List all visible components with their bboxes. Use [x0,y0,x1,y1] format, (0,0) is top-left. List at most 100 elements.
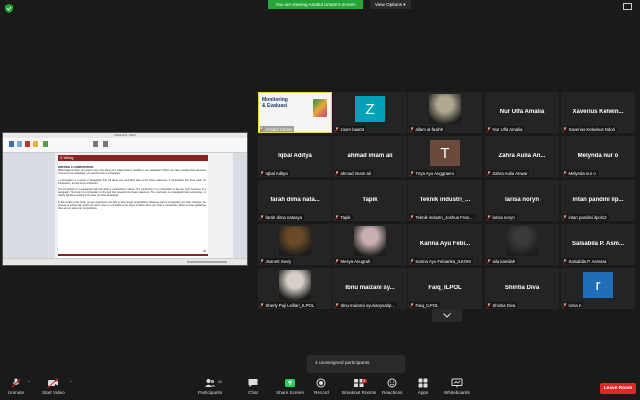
whiteboards-button[interactable]: Whiteboards [444,378,470,398]
participant-tile[interactable]: Melynda nur o Melynda nur o [561,136,635,177]
participant-name: Shintia Diva [492,302,516,308]
participant-name: Amalul Umam [265,126,293,132]
shared-document-page: 5. Writing WRITING A COMPOSITION What ha… [58,155,208,258]
participant-name-label: zoom baa04 [335,126,367,132]
participants-icon [205,379,216,387]
participant-tile[interactable]: Iqbal Aditya Iqbal Aditya [258,136,332,177]
participant-name: Zahra Aulia Anwar [492,170,528,176]
avatar: Z [355,96,385,122]
participant-name-label: Tapik [335,214,353,220]
participant-display-name: Nur Ulfa Amalia [499,109,545,115]
unmute-label: Unmute [8,390,25,395]
next-page-button[interactable] [432,309,462,322]
participant-name: Xaverius Kelwinus Ndori [568,126,616,132]
participant-tile[interactable]: Teknik industri_... Teknik industri_Joshu… [408,180,482,221]
participant-tile[interactable]: Nur Ulfa Amalia Nur Ulfa Amalia [485,92,559,133]
reactions-label: Reactions [382,390,403,395]
start-video-button[interactable]: Start Video [42,378,65,398]
participant-display-name: Iqbal Aditya [278,153,312,159]
participant-photo [279,270,311,300]
participant-tile[interactable]: r rizna n [561,268,635,309]
participant-tile[interactable]: farah dima nata... farah dima natasya [258,180,332,221]
participant-tile[interactable]: Tapik Tapik [333,180,407,221]
participant-tile[interactable]: Mesya Anugrah [333,224,407,265]
participant-tile[interactable]: Xaverius Kelwin... Xaverius Kelwinus Ndor… [561,92,635,133]
microphone-muted-icon [260,302,264,308]
participant-name-label: Melynda nur o [563,170,598,176]
participant-name-label: allam al-fasihh [410,126,446,132]
view-options-button[interactable]: View Options ▾ [370,0,411,9]
participant-photo [506,226,538,256]
leave-room-button[interactable]: Leave Room [600,383,636,394]
microphone-muted-icon [487,170,491,176]
breakout-rooms-count: 4 [362,379,367,383]
participant-tile[interactable]: larisa noryn larisa noryn [485,180,559,221]
shield-icon[interactable] [5,4,13,13]
participant-name: Ibnu maizani syurianysahp... [340,302,395,308]
apps-button[interactable]: Apps [417,378,429,398]
microphone-muted-icon [410,258,414,264]
participant-name: Teknik industri_Joshua Fran... [415,214,473,220]
share-screen-button[interactable]: Share Screen [276,378,304,398]
fullscreen-icon[interactable] [623,3,632,10]
participant-display-name: Salsabila P. Asm... [571,241,625,247]
participant-photo [354,226,386,256]
reactions-button[interactable]: Reactions [382,378,402,398]
avatar: r [583,272,613,298]
microphone-muted-icon [260,214,264,220]
participant-tile[interactable]: Salsabila P. Asm... Salsabila P. Asmara [561,224,635,265]
unassigned-participants-notice[interactable]: 4 unassigned participants [307,355,405,373]
record-button[interactable]: Record [314,378,329,398]
microphone-muted-icon [487,302,491,308]
chat-label: Chat [248,390,258,395]
participant-tile[interactable]: ahmad imam ali ahmad imam ali [333,136,407,177]
microphone-muted-icon [410,170,414,176]
participant-name: Jeanett Seviy [265,258,292,264]
participant-display-name: larisa noryn [504,197,539,203]
participant-display-name: ahmad imam ali [347,153,393,159]
participant-tile[interactable]: Karina Ayu Febi... Karina Ayu Febianka_IL… [408,224,482,265]
participant-name-label: farah dima natasya [260,214,305,220]
participant-tile[interactable]: allam al-fasihh [408,92,482,133]
participant-tile[interactable]: intan pandini ilp... intan pandini ilpol1… [561,180,635,221]
doc-paragraph: A composition is a group of paragraphs t… [58,179,206,185]
participant-tile[interactable]: Zahra Aulia An... Zahra Aulia Anwar [485,136,559,177]
participant-tile[interactable]: Shintia Diva Shintia Diva [485,268,559,309]
chat-button[interactable]: Chat [247,378,259,398]
participant-name-label: Xaverius Kelwinus Ndori [563,126,618,132]
doc-paragraph: What happens when you need to say more a… [58,169,206,175]
doc-section-bar: 5. Writing [58,155,208,161]
breakout-rooms-button[interactable]: Breakout Rooms [342,378,376,398]
reactions-icon [387,378,397,388]
video-options-caret[interactable]: ^ [70,379,72,384]
participant-tile[interactable]: Jeanett Seviy [258,224,332,265]
microphone-muted-icon [487,214,491,220]
participant-tile[interactable]: Sherly Puji Leillari_ILPOL [258,268,332,309]
participant-tile[interactable]: aila kamilah [485,224,559,265]
participant-tile[interactable]: Ibnu maizani sy... Ibnu maizani syurianys… [333,268,407,309]
chat-icon [248,379,258,387]
slide-graphic-icon [313,99,327,117]
shared-right-pane [233,153,247,259]
share-screen-icon [285,379,296,387]
participant-tile[interactable]: T Triya Ayu Anggraeni [408,136,482,177]
unmute-button[interactable]: Unmute [8,378,24,398]
microphone-muted-icon [260,126,264,132]
audio-options-caret[interactable]: ^ [28,379,30,384]
microphone-muted-icon [487,258,491,264]
participant-tile[interactable]: Monitoring & Evaluasi Amalul Umam [258,92,332,133]
shared-left-pane [3,153,55,259]
shared-ribbon [3,138,247,153]
participant-tile[interactable]: Faiq_ILPOL Faiq_ILPOL [408,268,482,309]
participant-name: aila kamilah [492,258,516,264]
participant-display-name: Faiq_ILPOL [428,285,462,291]
participant-name-label: Amalul Umam [260,126,295,132]
microphone-muted-icon [563,258,567,264]
participant-name: Nur Ulfa Amalia [492,126,523,132]
shared-screen[interactable]: Dokumen1 - Word 5. Writing WRITING A COM… [2,132,248,266]
participant-tile[interactable]: Zzoom baa04 [333,92,407,133]
participants-count: 30 [218,380,222,384]
microphone-muted-icon [563,214,567,220]
participant-name: Tapik [340,214,351,220]
microphone-muted-icon [563,126,567,132]
